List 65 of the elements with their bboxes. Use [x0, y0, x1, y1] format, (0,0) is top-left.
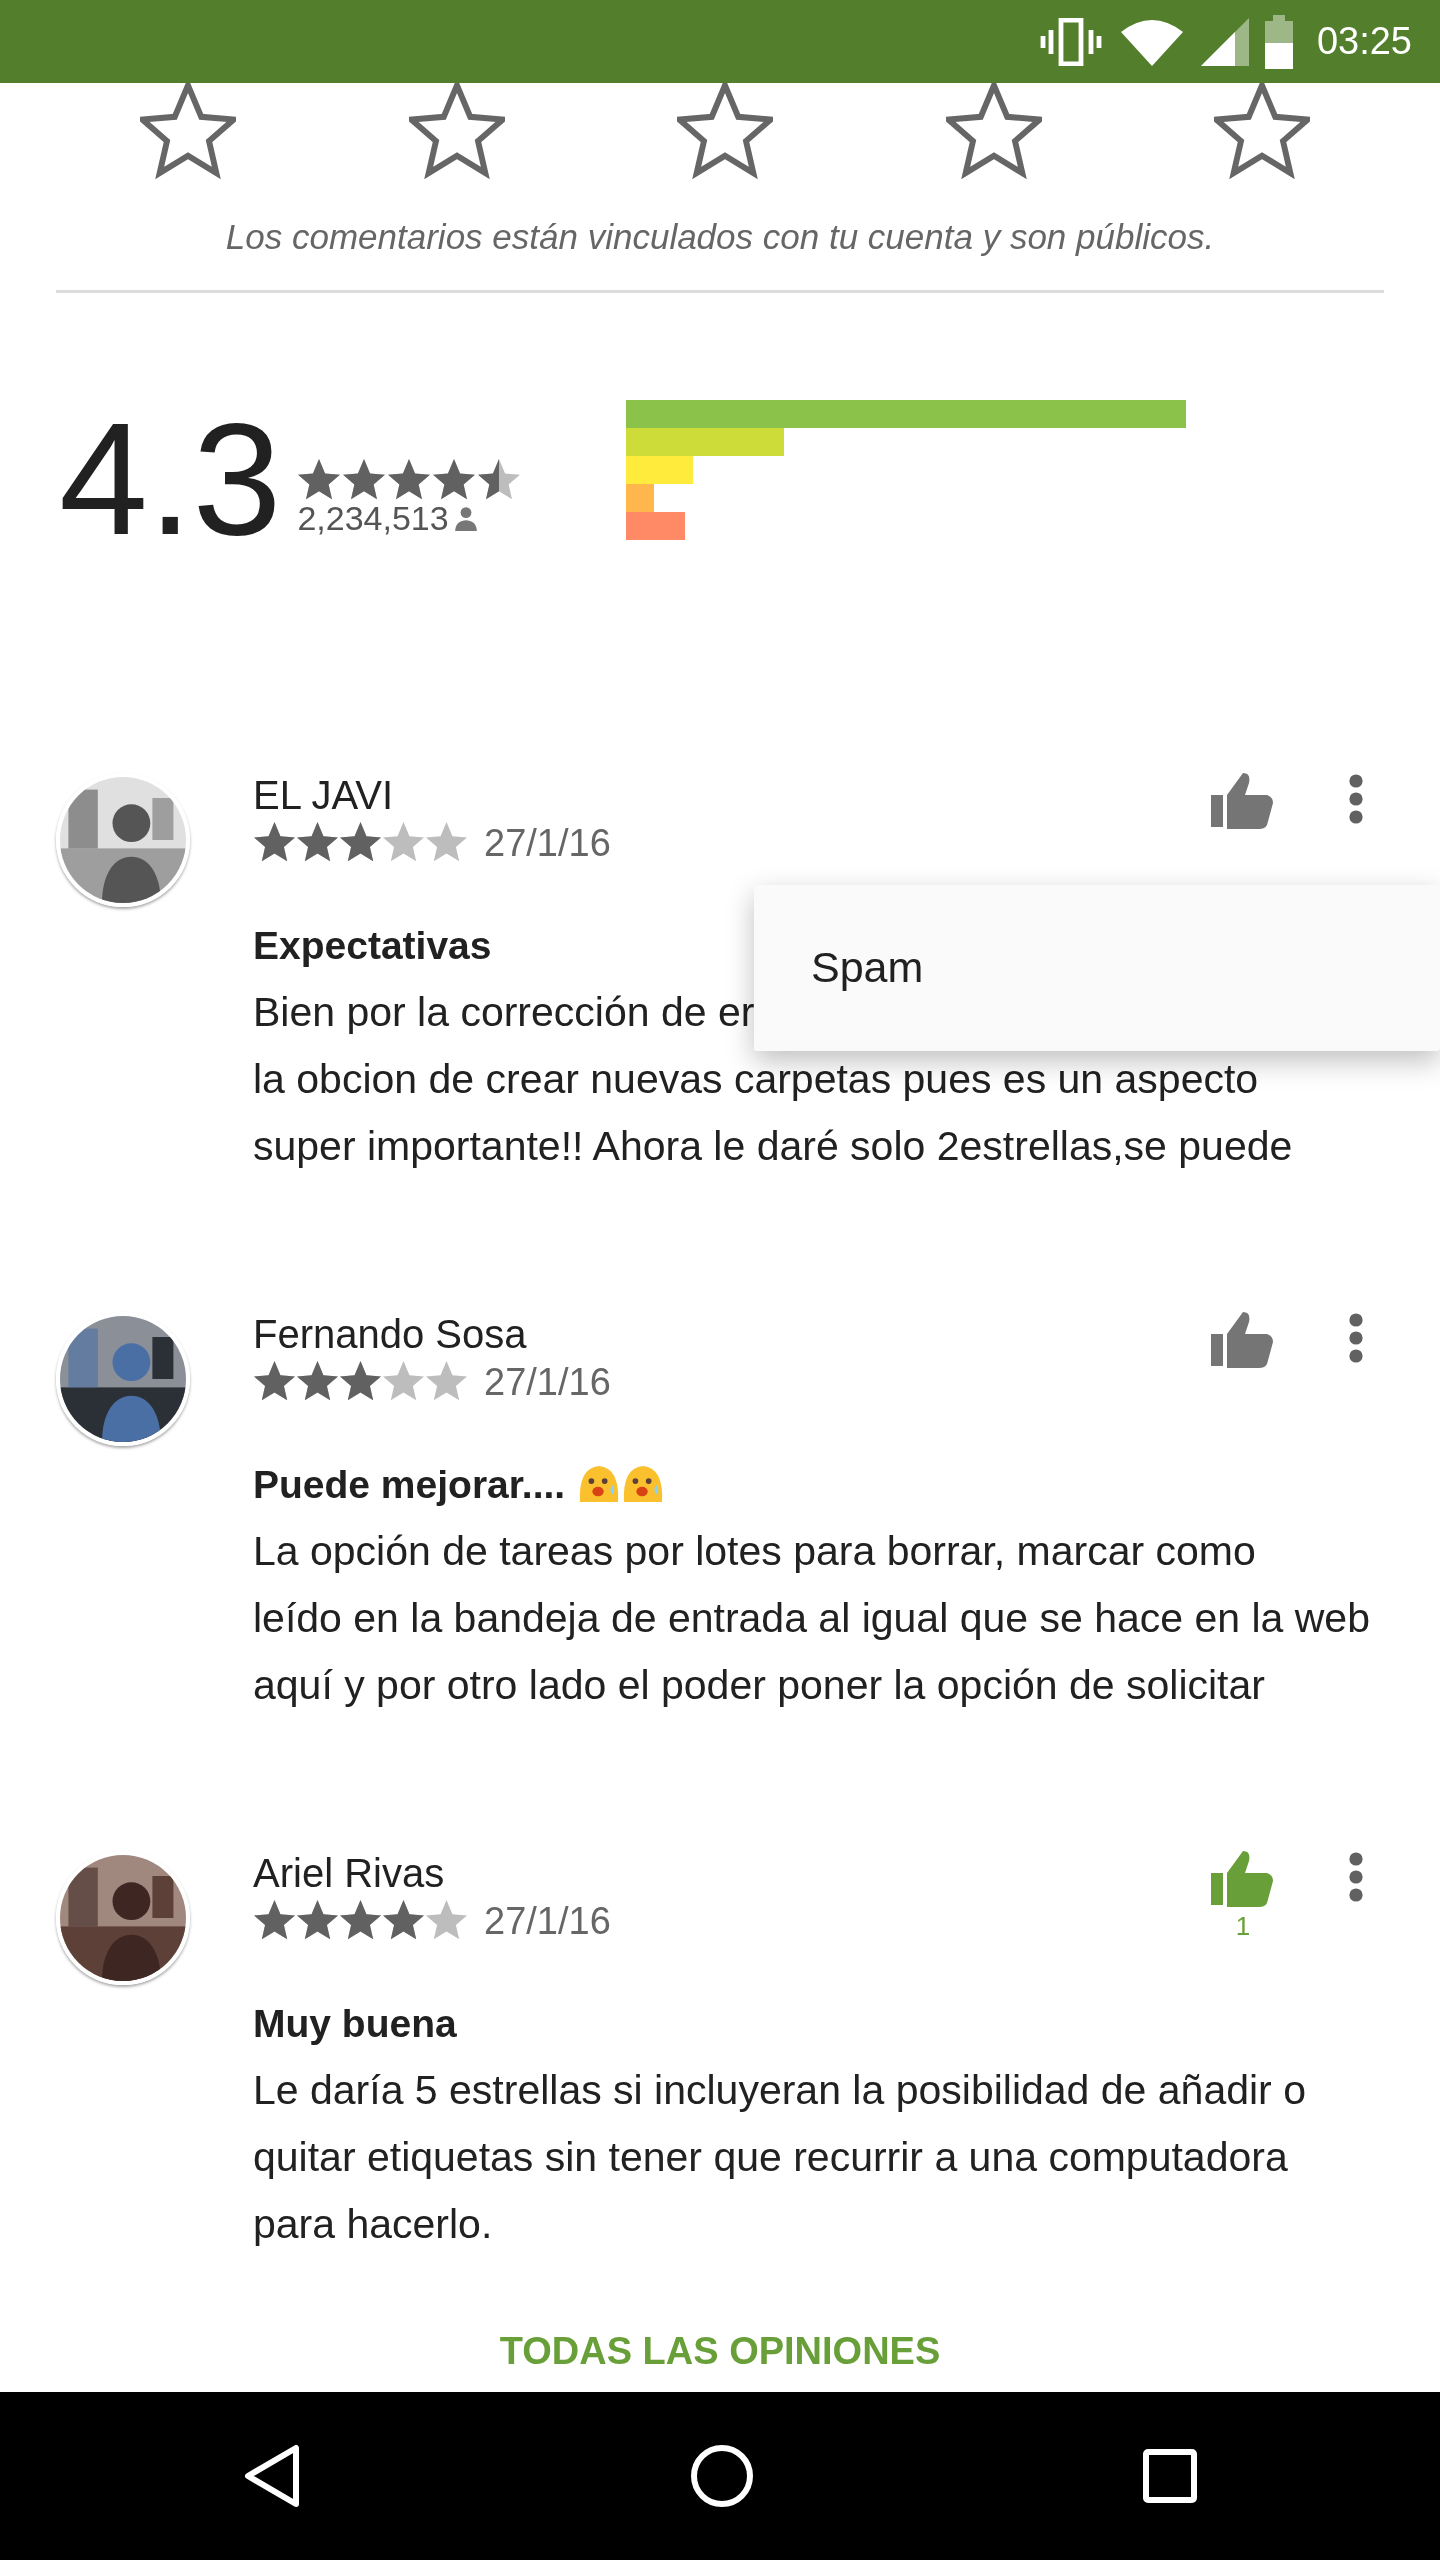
review-text-line: leído en la bandeja de entrada al igual que se hace en la web [253, 1593, 1370, 1643]
star-icon[interactable] [677, 83, 773, 179]
more-options-icon[interactable] [1348, 1311, 1364, 1364]
home-icon[interactable] [690, 2444, 754, 2508]
more-options-icon[interactable] [1348, 1850, 1364, 1903]
review-date: 27/1/16 [484, 1898, 611, 1944]
star-icon [432, 457, 477, 502]
review-date: 27/1/16 [484, 820, 611, 866]
recent-apps-icon[interactable] [1142, 2448, 1198, 2504]
star-icon [297, 457, 342, 502]
star-icon [339, 821, 382, 864]
star-icon [253, 821, 296, 864]
star-icon [425, 1360, 468, 1403]
thumbs-up-icon[interactable] [1211, 1848, 1275, 1907]
review-text-line: La opción de tareas por lotes para borrar, marcar como [253, 1526, 1256, 1576]
star-icon [425, 821, 468, 864]
review-text-line: super importante!! Ahora le daré solo 2estrellas,se puede [253, 1121, 1293, 1171]
vibrate-icon [1038, 17, 1103, 66]
review-date: 27/1/16 [484, 1359, 611, 1405]
clock-time: 03:25 [1316, 19, 1412, 64]
star-icon [342, 457, 387, 502]
star-icon [387, 457, 432, 502]
wifi-icon [1118, 17, 1185, 66]
battery-icon [1264, 14, 1293, 69]
review-title: Muy buena [253, 2000, 458, 2047]
star-icon [425, 1899, 468, 1942]
review-text-line: quitar etiquetas sin tener que recurrir a una computadora [253, 2132, 1288, 2182]
star-icon[interactable] [408, 83, 505, 179]
review-text-line: la obcion de crear nuevas carpetas pues es un aspecto [253, 1054, 1259, 1104]
star-icon [382, 1360, 425, 1403]
star-icon[interactable] [945, 83, 1042, 179]
star-icon [339, 1899, 382, 1942]
signal-icon [1200, 17, 1249, 66]
review-text-line: aquí y por otro lado el poder poner la opción de solicitar [253, 1660, 1265, 1710]
reviewer-name: Ariel Rivas [253, 1850, 446, 1895]
thumbs-up-icon[interactable] [1211, 770, 1275, 829]
star-icon [382, 1899, 425, 1942]
review-text-line: Le daría 5 estrellas si incluyeran la posibilidad de añadir o [253, 2065, 1306, 2115]
like-count: 1 [1235, 1909, 1251, 1943]
average-rating: 4.3 [59, 404, 282, 553]
more-options-icon[interactable] [1348, 772, 1364, 825]
star-icon [253, 1360, 296, 1403]
review-title: Puede mejorar.... [253, 1459, 1360, 1510]
star-icon [382, 821, 425, 864]
thumbs-up-icon[interactable] [1211, 1309, 1275, 1368]
review-text-line: para hacerlo. [253, 2199, 493, 2249]
star-icon [339, 1360, 382, 1403]
reviewer-name: Fernando Sosa [253, 1311, 528, 1356]
menu-item[interactable]: Spam [811, 935, 1440, 1000]
star-icon [296, 821, 339, 864]
back-icon[interactable] [242, 2444, 302, 2508]
star-icon [296, 1360, 339, 1403]
star-icon[interactable] [140, 83, 236, 179]
reviewer-name: EL JAVI [253, 772, 395, 817]
privacy-note: Los comentarios están vinculados con tu cuenta y son públicos. [224, 216, 1216, 258]
star-icon [253, 1899, 296, 1942]
star-icon[interactable] [1214, 83, 1310, 179]
worried-face-icon [621, 1463, 664, 1502]
review-title: Expectativas [253, 922, 493, 969]
worried-face-icon [577, 1463, 620, 1502]
star-icon [477, 457, 522, 502]
rating-count: 2,234,513 [297, 501, 449, 534]
person-icon [452, 504, 479, 531]
review-text-line: Bien por la corrección de er [253, 987, 755, 1037]
star-icon [296, 1899, 339, 1942]
